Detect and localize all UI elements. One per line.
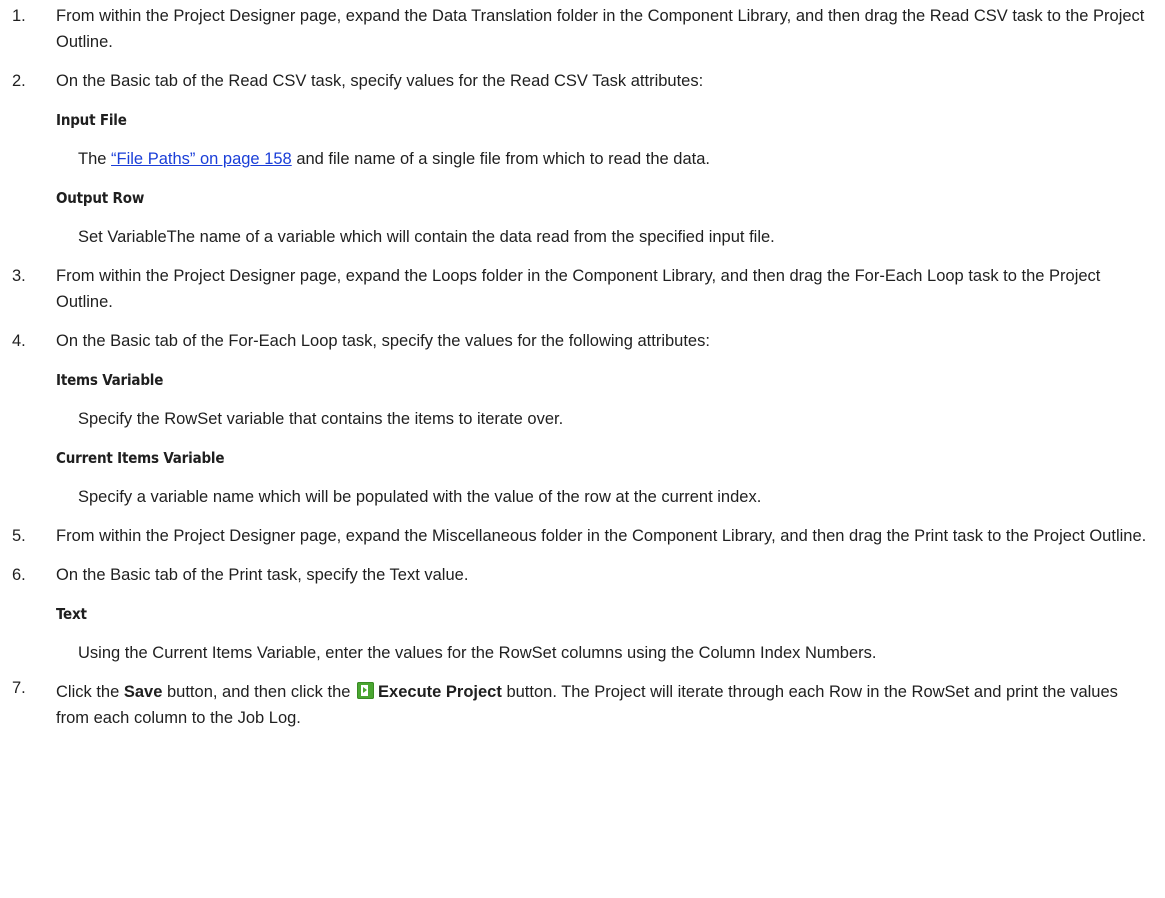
step-number: 2. bbox=[12, 72, 26, 90]
execute-project-label: Execute Project bbox=[378, 683, 502, 701]
attribute-description: The “File Paths” on page 158 and file na… bbox=[56, 146, 1151, 172]
step-number: 7. bbox=[12, 679, 26, 697]
attribute-description: Specify the RowSet variable that contain… bbox=[78, 410, 564, 428]
attribute-items-variable: Items Variable Specify the RowSet variab… bbox=[56, 367, 1151, 432]
attribute-current-items-variable: Current Items Variable Specify a variabl… bbox=[56, 445, 1151, 510]
step-5: 5. From within the Project Designer page… bbox=[0, 523, 1165, 549]
document-body: 1. From within the Project Designer page… bbox=[0, 0, 1165, 744]
step-text: Click the Save button, and then click th… bbox=[56, 679, 1151, 731]
attribute-title: Current Items Variable bbox=[56, 449, 225, 467]
step-number: 4. bbox=[12, 332, 26, 350]
description-text: The bbox=[78, 150, 112, 168]
attribute-output-row: Output Row Set VariableThe name of a var… bbox=[56, 185, 1151, 250]
step-text: On the Basic tab of the For-Each Loop ta… bbox=[56, 332, 710, 350]
step-number: 3. bbox=[12, 267, 26, 285]
step-text-part: Click the bbox=[56, 683, 124, 701]
step-text: From within the Project Designer page, e… bbox=[56, 267, 1101, 311]
step-text: From within the Project Designer page, e… bbox=[56, 7, 1145, 51]
attribute-description: Specify a variable name which will be po… bbox=[78, 488, 762, 506]
file-paths-link[interactable]: “File Paths” on page 158 bbox=[111, 150, 292, 168]
attribute-title: Output Row bbox=[56, 189, 145, 207]
attribute-text: Text Using the Current Items Variable, e… bbox=[56, 601, 1151, 666]
step-text: On the Basic tab of the Read CSV task, s… bbox=[56, 72, 704, 90]
attribute-title: Input File bbox=[56, 111, 127, 129]
step-3: 3. From within the Project Designer page… bbox=[0, 263, 1165, 315]
attribute-input-file: Input File The “File Paths” on page 158 … bbox=[56, 107, 1151, 172]
step-7: 7. Click the Save button, and then click… bbox=[0, 679, 1165, 731]
description-text: and file name of a single file from whic… bbox=[291, 150, 710, 168]
step-text-part: button, and then click the bbox=[162, 683, 356, 701]
step-1: 1. From within the Project Designer page… bbox=[0, 3, 1165, 55]
step-6: 6. On the Basic tab of the Print task, s… bbox=[0, 562, 1165, 666]
step-number: 6. bbox=[12, 566, 26, 584]
step-text: On the Basic tab of the Print task, spec… bbox=[56, 566, 469, 584]
step-4: 4. On the Basic tab of the For-Each Loop… bbox=[0, 328, 1165, 510]
step-2: 2. On the Basic tab of the Read CSV task… bbox=[0, 68, 1165, 250]
step-text: From within the Project Designer page, e… bbox=[56, 527, 1147, 545]
attribute-title: Items Variable bbox=[56, 371, 164, 389]
save-button-label: Save bbox=[123, 683, 163, 701]
attribute-description: Set VariableThe name of a variable which… bbox=[78, 228, 775, 246]
step-number: 1. bbox=[12, 7, 26, 25]
attribute-description: Using the Current Items Variable, enter … bbox=[78, 644, 877, 662]
step-number: 5. bbox=[12, 527, 26, 545]
attribute-title: Text bbox=[56, 605, 87, 623]
execute-project-icon bbox=[357, 682, 375, 699]
